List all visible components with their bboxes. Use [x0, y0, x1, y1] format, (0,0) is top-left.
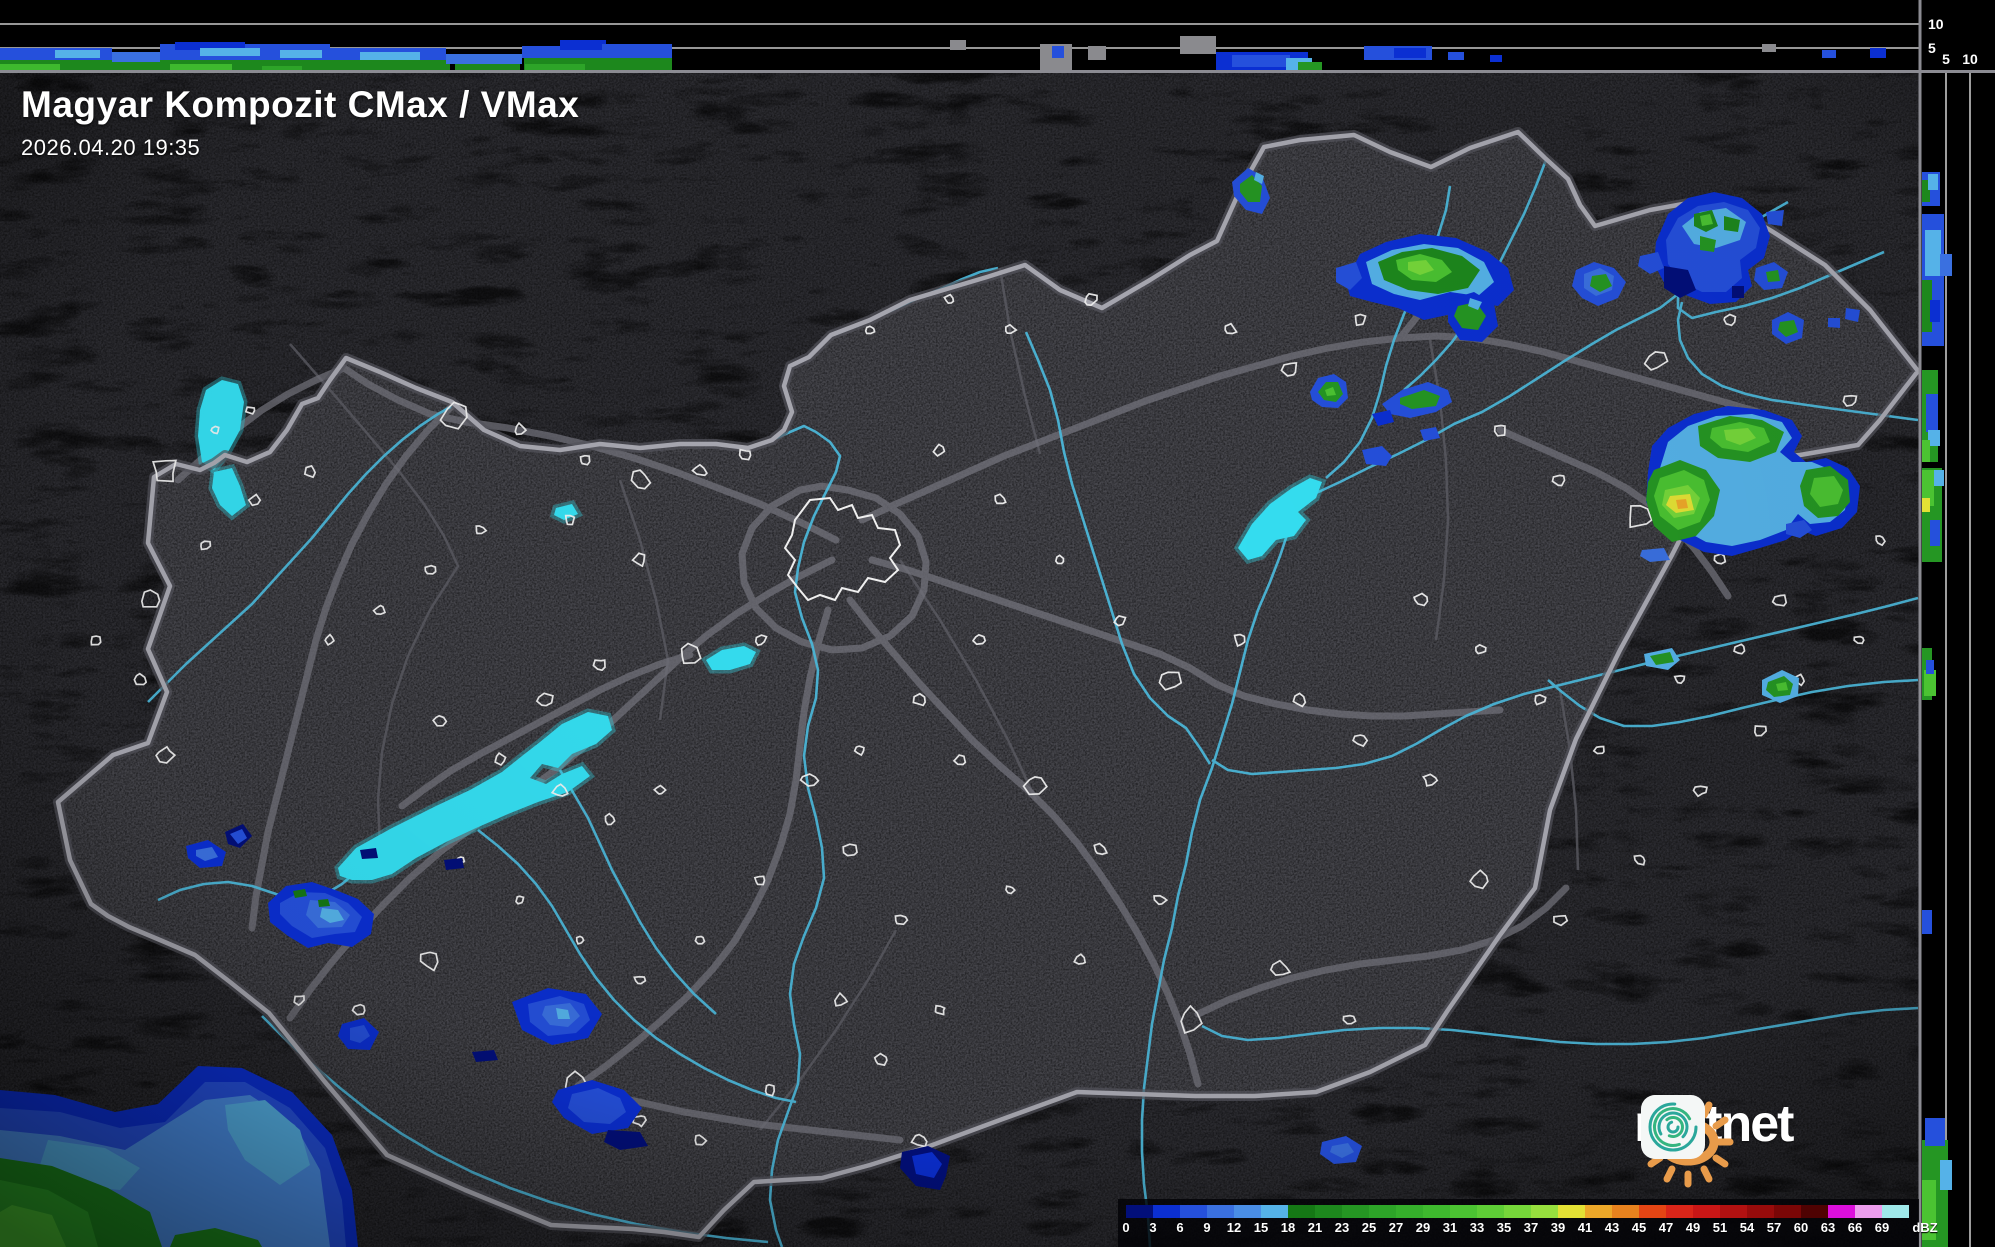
legend-tick-label: 37 — [1523, 1220, 1539, 1235]
legend-tick-label: 27 — [1388, 1220, 1404, 1235]
legend-tick-label: 9 — [1203, 1220, 1211, 1235]
legend-tick-label: 15 — [1253, 1220, 1269, 1235]
legend-segment — [1396, 1205, 1423, 1218]
legend-segment — [1369, 1205, 1396, 1218]
legend-segment — [1288, 1205, 1315, 1218]
legend-segment — [1342, 1205, 1369, 1218]
legend-tick-label: 25 — [1361, 1220, 1377, 1235]
legend-segment — [1261, 1205, 1288, 1218]
page-title: Magyar Kompozit CMax / VMax — [21, 84, 580, 125]
legend-tick-label: 43 — [1604, 1220, 1620, 1235]
right-axis-tick-label: 5 — [1942, 51, 1950, 67]
legend-tick-label: 18 — [1280, 1220, 1296, 1235]
legend-tick-label: 29 — [1415, 1220, 1431, 1235]
legend-tick-label: 3 — [1149, 1220, 1157, 1235]
legend-segment — [1153, 1205, 1180, 1218]
legend-segment — [1180, 1205, 1207, 1218]
legend-segment — [1585, 1205, 1612, 1218]
legend-tick-label: 21 — [1307, 1220, 1323, 1235]
top-axis-tick-label: 5 — [1928, 40, 1936, 56]
dbz-color-scale: 0 3 6 9 12 15 18 21 23 25 27 29 31 33 35 37 39 41 43 45 47 49… — [1118, 1199, 1938, 1247]
metnet-app-icon — [1641, 1095, 1705, 1159]
legend-tick-label: 69 — [1874, 1220, 1890, 1235]
legend-segment — [1882, 1205, 1909, 1218]
legend-segment — [1126, 1205, 1153, 1218]
legend-tick-label: 47 — [1658, 1220, 1674, 1235]
radar-app-window: 10 5 5 10 Magyar Kompozit CMax / VMax 2026.… — [0, 0, 1995, 1247]
legend-segment — [1693, 1205, 1720, 1218]
legend-segment — [1234, 1205, 1261, 1218]
radar-map-canvas[interactable]: 1055 10 — [0, 0, 1995, 1247]
legend-segment — [1423, 1205, 1450, 1218]
legend-tick-label: 35 — [1496, 1220, 1512, 1235]
legend-tick-label: 23 — [1334, 1220, 1350, 1235]
strip-corner-box — [1921, 0, 1995, 71]
legend-segment — [1477, 1205, 1504, 1218]
vmax-right-strip — [1921, 72, 1995, 1247]
top-axis-tick-label: 10 — [1928, 16, 1944, 32]
legend-segment — [1666, 1205, 1693, 1218]
legend-segment — [1207, 1205, 1234, 1218]
legend-unit-label: dBZ — [1912, 1220, 1938, 1235]
legend-tick-label: 57 — [1766, 1220, 1782, 1235]
legend-segment — [1774, 1205, 1801, 1218]
legend-tick-label: 51 — [1712, 1220, 1728, 1235]
legend-segment — [1639, 1205, 1666, 1218]
timestamp: 2026.04.20 19:35 — [21, 135, 201, 160]
right-axis-tick-label: 10 — [1962, 51, 1978, 67]
legend-tick-label: 49 — [1685, 1220, 1701, 1235]
dbz-color-bar — [1126, 1205, 1909, 1218]
legend-tick-label: 31 — [1442, 1220, 1458, 1235]
legend-segment — [1315, 1205, 1342, 1218]
legend-tick-label: 63 — [1820, 1220, 1836, 1235]
legend-tick-label: 0 — [1122, 1220, 1130, 1235]
legend-tick-label: 6 — [1176, 1220, 1184, 1235]
legend-tick-label: 54 — [1739, 1220, 1755, 1235]
legend-segment — [1747, 1205, 1774, 1218]
legend-tick-label: 41 — [1577, 1220, 1593, 1235]
legend-segment — [1558, 1205, 1585, 1218]
legend-segment — [1828, 1205, 1855, 1218]
legend-segment — [1612, 1205, 1639, 1218]
legend-segment — [1855, 1205, 1882, 1218]
legend-segment — [1720, 1205, 1747, 1218]
map-area[interactable] — [0, 72, 1919, 1247]
legend-tick-label: 45 — [1631, 1220, 1647, 1235]
title-block: Magyar Kompozit CMax / VMax 2026.04.20 1… — [21, 84, 579, 161]
legend-tick-label: 60 — [1793, 1220, 1809, 1235]
legend-tick-label: 39 — [1550, 1220, 1566, 1235]
metnet-logo: metnet — [1634, 1094, 1804, 1188]
legend-tick-label: 12 — [1226, 1220, 1242, 1235]
legend-segment — [1801, 1205, 1828, 1218]
vmax-top-strip — [0, 0, 1919, 71]
legend-tick-label: 33 — [1469, 1220, 1485, 1235]
legend-segment — [1450, 1205, 1477, 1218]
legend-segment — [1504, 1205, 1531, 1218]
legend-segment — [1531, 1205, 1558, 1218]
legend-tick-label: 66 — [1847, 1220, 1863, 1235]
